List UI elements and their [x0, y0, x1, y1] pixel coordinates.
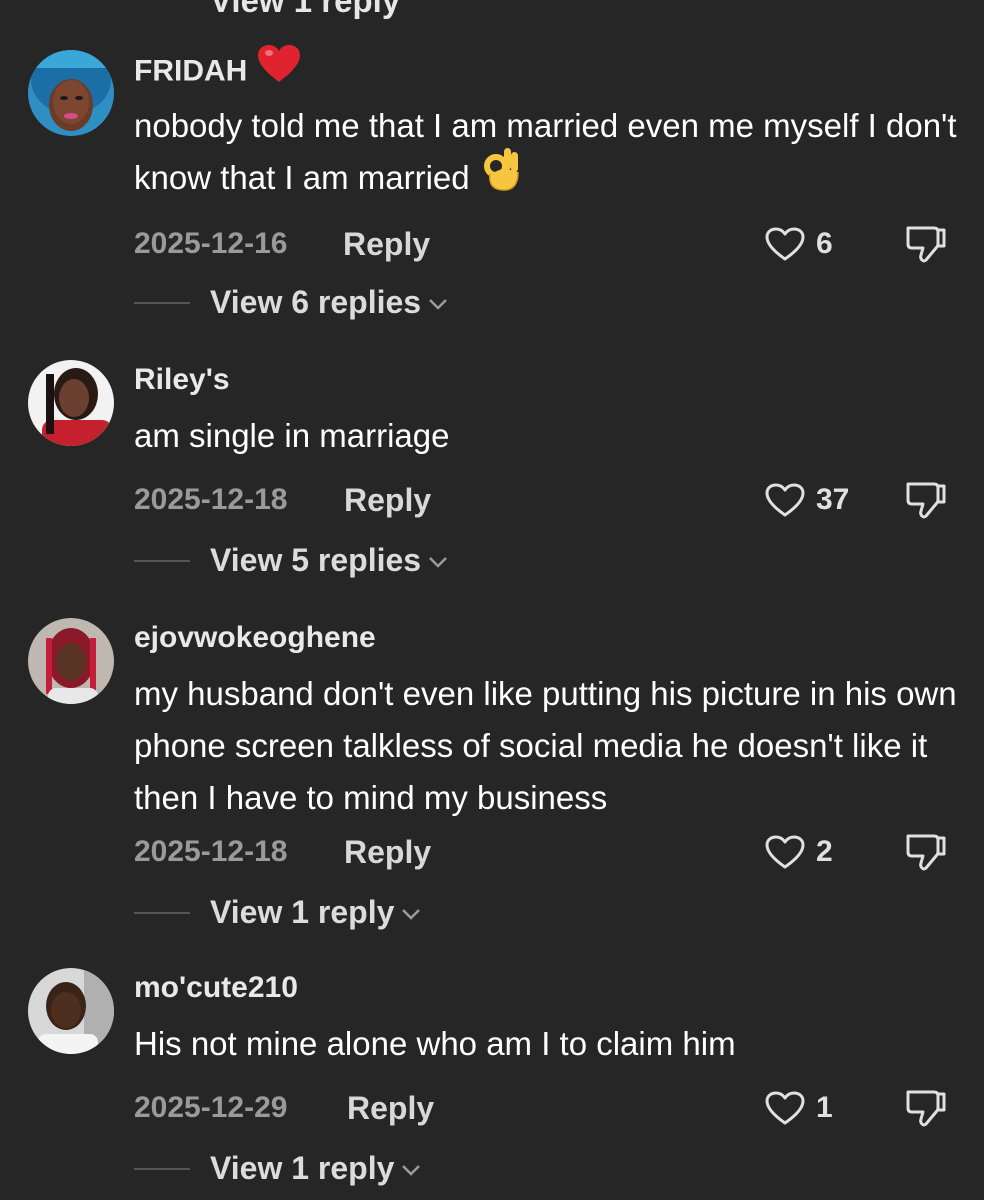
heart-outline-icon [765, 483, 805, 517]
like-count: 37 [816, 483, 850, 516]
username[interactable]: Riley's [134, 360, 230, 400]
chevron-down-icon [402, 909, 421, 920]
divider-line [134, 912, 190, 914]
comment-meta: 2025-12-29 Reply 1 [134, 1088, 964, 1128]
dislike-button[interactable] [904, 832, 948, 872]
username[interactable]: FRIDAH [134, 45, 301, 95]
thumbs-down-icon [906, 834, 946, 871]
comment-meta: 2025-12-18 Reply 2 [134, 832, 964, 872]
dislike-button[interactable] [904, 224, 948, 264]
comment-date: 2025-12-18 [134, 483, 288, 516]
dislike-button[interactable] [904, 1088, 948, 1128]
view-replies-link[interactable]: View 6 replies [210, 282, 421, 322]
chevron-down-icon [429, 557, 447, 568]
view-replies-row[interactable]: View 5 replies [134, 540, 634, 580]
divider-line [134, 560, 190, 562]
thumbs-down-icon [906, 226, 946, 263]
username[interactable]: ejovwokeoghene [134, 618, 376, 658]
comment-date: 2025-12-29 [134, 1091, 288, 1124]
comment-meta: 2025-12-16 Reply 6 [134, 224, 964, 264]
reply-button[interactable]: Reply [343, 224, 430, 264]
comments-page: View 1 reply FRIDAH nobody told me that … [0, 0, 984, 1200]
comment-text: His not mine alone who am I to claim him [134, 1025, 736, 1062]
divider-line [134, 302, 190, 304]
view-replies-link[interactable]: View 1 reply [210, 1148, 394, 1188]
view-replies-row[interactable]: View 1 reply [134, 892, 634, 932]
view-replies-link-partial[interactable]: View 1 reply [210, 0, 400, 20]
comment-text: nobody told me that I am married even me… [134, 100, 964, 207]
view-replies-row[interactable]: View 6 replies [134, 282, 634, 322]
comment-meta: 2025-12-18 Reply 37 [134, 480, 964, 520]
reply-button[interactable]: Reply [344, 832, 431, 872]
comment-text: my husband don't even like putting his p… [134, 675, 957, 816]
divider-line [134, 1168, 190, 1170]
chevron-down-icon [402, 1165, 421, 1176]
avatar[interactable] [28, 360, 114, 446]
like-button[interactable]: 37 [764, 480, 849, 520]
like-button[interactable]: 1 [764, 1088, 833, 1128]
thumbs-down-icon [906, 482, 946, 519]
heart-outline-icon [765, 227, 805, 261]
thumbs-down-icon [906, 1090, 946, 1127]
username[interactable]: mo'cute210 [134, 968, 298, 1008]
red-heart-icon [257, 44, 301, 95]
view-replies-link[interactable]: View 1 reply [210, 892, 394, 932]
comment-text: am single in marriage [134, 417, 450, 454]
ok-hand-icon [482, 146, 522, 207]
avatar[interactable] [28, 50, 114, 136]
like-count: 2 [816, 835, 833, 868]
like-button[interactable]: 6 [764, 224, 833, 264]
like-count: 6 [816, 227, 833, 260]
comment-date: 2025-12-18 [134, 835, 288, 868]
like-button[interactable]: 2 [764, 832, 833, 872]
reply-button[interactable]: Reply [347, 1088, 434, 1128]
heart-outline-icon [765, 1091, 805, 1125]
avatar[interactable] [28, 618, 114, 704]
comment-date: 2025-12-16 [134, 227, 288, 260]
dislike-button[interactable] [904, 480, 948, 520]
view-replies-link[interactable]: View 5 replies [210, 540, 421, 580]
heart-outline-icon [765, 835, 805, 869]
chevron-down-icon [429, 299, 447, 310]
reply-button[interactable]: Reply [344, 480, 431, 520]
avatar[interactable] [28, 968, 114, 1054]
like-count: 1 [816, 1091, 833, 1124]
view-replies-row[interactable]: View 1 reply [134, 1148, 634, 1188]
